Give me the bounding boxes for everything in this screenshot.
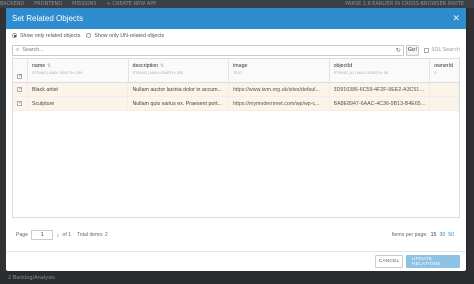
select-all-cell: [13, 59, 28, 82]
cell-text: https://www.iwm.org.uk/sites/defaul...: [233, 86, 320, 93]
background-topbar: BACKEND FRONTEND MISSIONS + CREATE NEW A…: [0, 0, 474, 8]
column-header-objectid[interactable]: objectId STRING_ID | MAX LENGTH: 36: [330, 59, 431, 82]
page-count-label: of 1: [62, 232, 72, 238]
row-select-cell: [13, 83, 28, 96]
column-name: description: [132, 63, 159, 69]
relation-filter: Show only related objects Show only UN-r…: [6, 29, 466, 42]
bg-topbar-item: + CREATE NEW APP: [106, 1, 157, 7]
sql-search-toggle[interactable]: SQL Search: [424, 47, 460, 53]
modal-header: Set Related Objects ✕: [6, 8, 466, 29]
column-name: objectId: [333, 63, 353, 69]
radio-unrelated[interactable]: [86, 33, 92, 38]
cell-name[interactable]: Sculpture: [28, 97, 129, 110]
bg-topbar-item: PARSE 1.9 EARLIER IN CROSS-BROWSER INVIT…: [345, 1, 464, 7]
bg-topbar-item: BACKEND: [0, 1, 25, 7]
cell-text: BA8E8947-6AAC-4C36-9B13-B4E656...: [333, 100, 427, 107]
filter-unrelated-label: Show only UN-related objects: [94, 32, 165, 39]
radio-related[interactable]: [12, 33, 17, 38]
page-number-input[interactable]: [31, 230, 54, 240]
table-header: name⇅ STRING | MAX LENGTH: 250 descripti…: [13, 59, 459, 83]
background-footer: 2 Backlog/Analysis: [0, 271, 474, 284]
cell-objectid[interactable]: 3D916386-6C59-4F2F-9EE2-A3C5138...: [330, 83, 431, 96]
items-per-page-label: Items per page:: [391, 232, 428, 238]
column-type: STRING | MAX LENGTH: 255: [132, 71, 184, 75]
column-header-name[interactable]: name ⇅ STRING | MAX LENGTH: 250: [28, 59, 129, 82]
per-page-option-50[interactable]: 50: [448, 232, 454, 238]
sort-icon[interactable]: ⇅: [160, 63, 164, 69]
modal-footer: CANCEL UPDATE RELATIONS: [6, 251, 466, 271]
row-checkbox[interactable]: [17, 87, 22, 92]
page-stepper-icon[interactable]: ⇕: [56, 233, 59, 238]
bg-footer-text: 2 Backlog/Analysis: [8, 275, 55, 281]
cell-name[interactable]: Black artist: [28, 83, 129, 96]
cell-objectid[interactable]: BA8E8947-6AAC-4C36-9B13-B4E656...: [330, 97, 431, 110]
cell-description[interactable]: Nullam quis varius ex. Praesent port...: [128, 97, 230, 110]
pagination-bar: Page ⇕ of 1 Total items: 2 Items per pag…: [12, 229, 460, 241]
column-header-image[interactable]: image TEXT: [229, 59, 330, 82]
set-related-objects-modal: Set Related Objects ✕ Show only related …: [6, 8, 466, 271]
column-type: STRING_ID | MAX LENGTH: 36: [333, 71, 388, 75]
cell-text: Nullam auctor lacinia dolor in accum...: [132, 86, 222, 93]
per-page-option-30[interactable]: 30: [439, 232, 445, 238]
total-items-label: Total items: 2: [77, 232, 108, 238]
column-name: image: [233, 63, 248, 69]
items-per-page: Items per page: 15 30 50: [392, 232, 460, 238]
select-all-checkbox[interactable]: [17, 73, 23, 79]
table-row[interactable]: Sculpture Nullam quis varius ex. Praesen…: [13, 97, 459, 111]
search-icon: ⌕: [16, 46, 20, 53]
update-relations-button[interactable]: UPDATE RELATIONS: [406, 255, 460, 268]
cell-text: https://mymodernmet.com/wp/wp-c...: [233, 100, 320, 107]
column-type: S: [434, 71, 437, 75]
per-page-option-15[interactable]: 15: [431, 232, 437, 238]
cancel-button[interactable]: CANCEL: [375, 255, 403, 268]
background-right-panel: [468, 8, 474, 271]
bg-topbar-item: MISSIONS: [72, 1, 97, 7]
cell-description[interactable]: Nullam auctor lacinia dolor in accum...: [128, 83, 230, 96]
cell-text: Black artist: [31, 86, 58, 93]
cell-ownerid[interactable]: [430, 97, 459, 110]
cell-ownerid[interactable]: [430, 83, 459, 96]
column-type: STRING | MAX LENGTH: 250: [31, 71, 83, 75]
column-type: TEXT: [233, 71, 243, 75]
column-name: ownerId: [434, 63, 453, 69]
column-header-description[interactable]: description ⇅ STRING | MAX LENGTH: 255: [129, 59, 230, 82]
cell-image[interactable]: https://www.iwm.org.uk/sites/defaul...: [229, 83, 330, 96]
search-row: ⌕ ↻ Go! SQL Search: [6, 42, 466, 58]
sql-search-checkbox[interactable]: [424, 47, 430, 53]
table-row[interactable]: Black artist Nullam auctor lacinia dolor…: [13, 83, 459, 97]
search-input[interactable]: [22, 47, 383, 53]
refresh-icon[interactable]: ↻: [396, 47, 401, 54]
page-label: Page: [16, 232, 29, 238]
sort-icon[interactable]: ⇅: [47, 63, 51, 69]
go-button[interactable]: Go!: [405, 44, 420, 56]
filter-unrelated-option[interactable]: Show only UN-related objects: [86, 33, 164, 39]
cell-text: Nullam quis varius ex. Praesent port...: [132, 100, 222, 107]
cell-text: 3D916386-6C59-4F2F-9EE2-A3C5138...: [333, 86, 427, 93]
row-checkbox[interactable]: [17, 101, 22, 106]
cell-text: Sculpture: [31, 100, 55, 107]
sql-search-label: SQL Search: [431, 47, 460, 53]
modal-title: Set Related Objects: [12, 14, 84, 23]
column-name: name: [31, 63, 46, 69]
cell-image[interactable]: https://mymodernmet.com/wp/wp-c...: [229, 97, 330, 110]
filter-related-option[interactable]: Show only related objects: [12, 33, 80, 39]
column-header-ownerid[interactable]: ownerId S: [430, 59, 459, 82]
close-icon[interactable]: ✕: [452, 14, 460, 24]
row-select-cell: [13, 97, 28, 110]
search-box: ⌕ ↻: [12, 44, 404, 56]
filter-related-label: Show only related objects: [20, 32, 81, 39]
objects-table: name⇅ STRING | MAX LENGTH: 250 descripti…: [12, 58, 460, 218]
bg-topbar-item: FRONTEND: [34, 1, 63, 7]
